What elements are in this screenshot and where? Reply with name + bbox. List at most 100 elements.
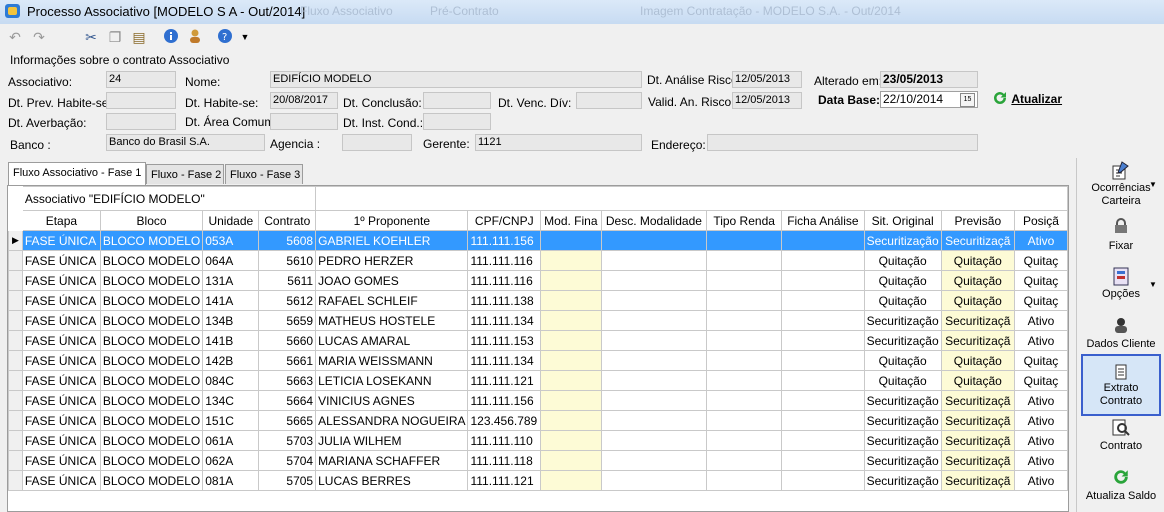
dt-averbacao-field[interactable] (106, 113, 176, 130)
table-cell[interactable]: Ativo (1013, 430, 1068, 451)
table-cell[interactable]: 111.111.116 (467, 270, 542, 291)
table-cell[interactable]: Quitaç (1013, 250, 1068, 271)
table-cell[interactable]: Securitização (863, 230, 942, 251)
table-cell[interactable] (600, 230, 708, 251)
table-cell[interactable]: MARIANA SCHAFFER (315, 450, 469, 471)
row-indicator[interactable] (8, 310, 23, 331)
table-cell[interactable]: FASE ÚNICA (21, 290, 101, 311)
table-row[interactable]: FASE ÚNICA BLOCO MODELO 061A 5703 JULIA WILH… (8, 430, 1068, 451)
table-cell[interactable]: BLOCO MODELO (99, 430, 204, 451)
table-cell[interactable] (600, 430, 708, 451)
table-cell[interactable]: Ativo (1013, 390, 1068, 411)
table-cell[interactable] (706, 270, 783, 291)
dropdown-arrow-icon[interactable]: ▼ (236, 28, 254, 46)
table-cell[interactable]: 5608 (258, 230, 317, 251)
table-cell[interactable]: 5703 (258, 430, 317, 451)
tab-fluxo-fase-2[interactable]: Fluxo - Fase 2 (146, 164, 224, 184)
table-cell[interactable]: 053A (202, 230, 260, 251)
table-cell[interactable]: 111.111.118 (467, 450, 542, 471)
table-cell[interactable]: Quitação (940, 270, 1015, 291)
table-cell[interactable] (706, 390, 783, 411)
table-cell[interactable] (540, 450, 602, 471)
valid-an-risco-field[interactable]: 12/05/2013 (732, 92, 802, 109)
table-cell[interactable]: 5660 (258, 330, 317, 351)
table-cell[interactable]: BLOCO MODELO (99, 330, 204, 351)
table-cell[interactable] (706, 470, 783, 491)
table-cell[interactable]: Quitação (940, 290, 1015, 311)
row-indicator[interactable] (8, 390, 23, 411)
table-cell[interactable]: 111.111.121 (467, 370, 542, 391)
column-header[interactable]: Desc. Modalidade (600, 210, 708, 231)
atualiza-saldo-button[interactable]: Atualiza Saldo (1081, 468, 1161, 503)
table-row[interactable]: FASE ÚNICA BLOCO MODELO 081A 5705 LUCAS BERR… (8, 470, 1068, 491)
table-row[interactable]: FASE ÚNICA BLOCO MODELO 084C 5663 LETICIA LO… (8, 370, 1068, 391)
table-cell[interactable]: Ativo (1013, 470, 1068, 491)
table-cell[interactable]: 111.111.116 (467, 250, 542, 271)
table-cell[interactable] (706, 450, 783, 471)
table-cell[interactable]: BLOCO MODELO (99, 230, 204, 251)
table-cell[interactable] (781, 230, 865, 251)
table-cell[interactable] (600, 290, 708, 311)
table-cell[interactable]: Securitizaçã (940, 390, 1015, 411)
copy-icon[interactable]: ❐ (106, 28, 124, 46)
table-cell[interactable] (540, 390, 602, 411)
table-cell[interactable] (706, 330, 783, 351)
table-cell[interactable]: Quitação (940, 370, 1015, 391)
table-cell[interactable] (706, 370, 783, 391)
table-row[interactable]: FASE ÚNICA BLOCO MODELO 142B 5661 MARIA WEIS… (8, 350, 1068, 371)
atualizar-button[interactable]: Atualizar (992, 90, 1067, 108)
table-cell[interactable]: Quitação (940, 350, 1015, 371)
table-cell[interactable]: LETICIA LOSEKANN (315, 370, 469, 391)
table-cell[interactable]: FASE ÚNICA (21, 350, 101, 371)
row-indicator[interactable] (8, 450, 23, 471)
table-cell[interactable]: 062A (202, 450, 260, 471)
table-cell[interactable] (600, 370, 708, 391)
table-cell[interactable]: PEDRO HERZER (315, 250, 469, 271)
tab-fluxo-fase-1[interactable]: Fluxo Associativo - Fase 1 (8, 162, 146, 185)
row-indicator[interactable] (8, 410, 23, 431)
column-header[interactable]: 1º Proponente (315, 210, 469, 231)
table-cell[interactable]: 111.111.156 (467, 230, 542, 251)
row-indicator[interactable] (8, 430, 23, 451)
data-base-field[interactable]: 22/10/2014 15 (880, 91, 978, 108)
tab-fluxo-fase-3[interactable]: Fluxo - Fase 3 (225, 164, 303, 184)
table-cell[interactable]: Quitação (863, 270, 942, 291)
cut-icon[interactable]: ✂ (82, 28, 100, 46)
column-header[interactable]: Etapa (21, 210, 101, 231)
table-cell[interactable] (706, 290, 783, 311)
table-cell[interactable] (600, 390, 708, 411)
table-cell[interactable]: 5665 (258, 410, 317, 431)
table-cell[interactable]: 5612 (258, 290, 317, 311)
table-cell[interactable]: BLOCO MODELO (99, 310, 204, 331)
column-header[interactable]: Contrato (258, 210, 317, 231)
row-indicator[interactable] (8, 330, 23, 351)
table-cell[interactable]: JOAO GOMES (315, 270, 469, 291)
table-cell[interactable]: Securitização (863, 470, 942, 491)
table-cell[interactable]: Quitação (863, 370, 942, 391)
dt-conclusao-field[interactable] (423, 92, 491, 109)
table-cell[interactable]: Quitaç (1013, 290, 1068, 311)
table-cell[interactable] (706, 230, 783, 251)
column-header[interactable]: CPF/CNPJ (467, 210, 542, 231)
table-cell[interactable]: FASE ÚNICA (21, 310, 101, 331)
column-header[interactable]: Sit. Original (863, 210, 942, 231)
table-cell[interactable]: 064A (202, 250, 260, 271)
table-cell[interactable] (781, 330, 865, 351)
row-indicator[interactable] (8, 470, 23, 491)
table-row[interactable]: FASE ÚNICA BLOCO MODELO 141B 5660 LUCAS AMAR… (8, 330, 1068, 351)
table-cell[interactable]: 5704 (258, 450, 317, 471)
table-cell[interactable]: 151C (202, 410, 260, 431)
table-cell[interactable]: BLOCO MODELO (99, 470, 204, 491)
table-cell[interactable]: Securitização (863, 390, 942, 411)
table-cell[interactable] (540, 370, 602, 391)
table-cell[interactable] (540, 290, 602, 311)
table-cell[interactable] (781, 450, 865, 471)
table-cell[interactable]: BLOCO MODELO (99, 350, 204, 371)
table-cell[interactable] (781, 470, 865, 491)
table-cell[interactable]: Quitaç (1013, 350, 1068, 371)
table-cell[interactable] (540, 250, 602, 271)
table-cell[interactable]: 111.111.138 (467, 290, 542, 311)
table-cell[interactable]: 061A (202, 430, 260, 451)
info-icon[interactable] (162, 28, 180, 46)
table-cell[interactable]: 134C (202, 390, 260, 411)
